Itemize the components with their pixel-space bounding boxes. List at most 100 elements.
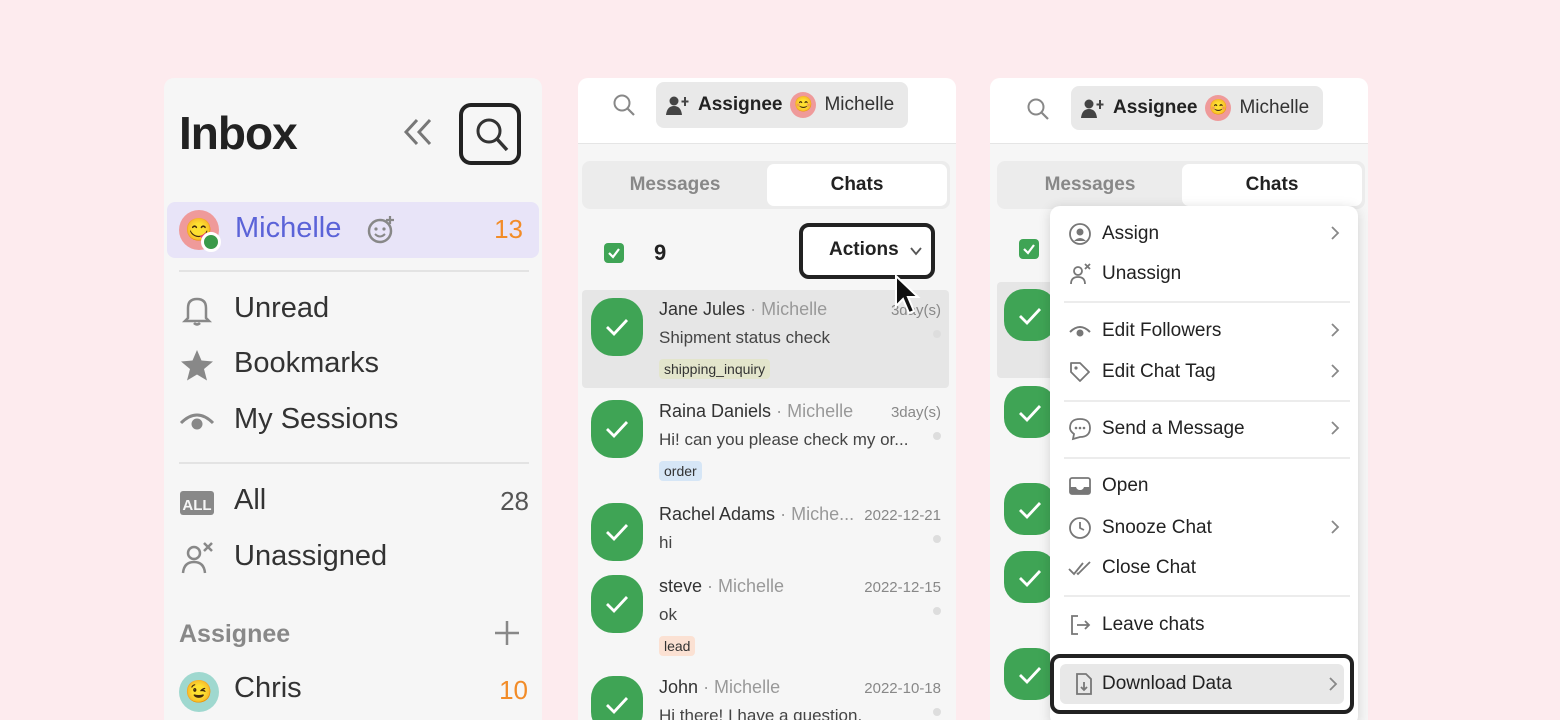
chat-row[interactable]: John · Michelle 2022-10-18 Hi there! I h… xyxy=(582,668,949,720)
select-all-checkbox[interactable] xyxy=(604,243,624,263)
search-icon[interactable] xyxy=(612,93,636,117)
row-checkbox[interactable] xyxy=(591,575,643,633)
divider xyxy=(1064,301,1350,303)
menu-item-edit-followers[interactable]: Edit Followers xyxy=(1050,311,1358,351)
chat-row[interactable]: steve · Michelle 2022-12-15 ok lead xyxy=(582,567,949,663)
unassigned-icon xyxy=(181,542,213,574)
check-icon xyxy=(608,248,620,259)
menu-item-label: Leave chats xyxy=(1102,614,1205,635)
menu-item-close-chat[interactable]: Close Chat xyxy=(1050,548,1358,588)
menu-item-assign[interactable]: Assign xyxy=(1050,214,1358,254)
divider xyxy=(1064,400,1350,402)
actions-button[interactable]: Actions xyxy=(799,223,935,279)
filter-label: Assignee xyxy=(1113,97,1198,118)
contact-name: John xyxy=(659,677,699,697)
avatar: 😊 xyxy=(1205,95,1232,121)
check-icon xyxy=(1019,570,1042,588)
eye-icon xyxy=(1069,326,1091,337)
chat-contact-name: Rachel Adams · Miche... xyxy=(659,504,854,525)
menu-item-label: Close Chat xyxy=(1102,557,1196,578)
menu-item-download-data[interactable]: Download Data xyxy=(1050,654,1354,714)
tab-chats[interactable]: Chats xyxy=(1182,164,1362,206)
clock-icon xyxy=(1069,517,1091,539)
sidebar-item-label: Bookmarks xyxy=(234,347,380,379)
chevron-down-icon xyxy=(910,247,922,256)
row-checkbox[interactable] xyxy=(591,676,643,720)
sidebar-item-current-user[interactable]: 😋 Michelle 13 xyxy=(167,202,539,258)
sidebar-item-bookmarks[interactable]: Bookmarks xyxy=(179,343,529,387)
menu-item-label: Edit Chat Tag xyxy=(1102,361,1216,382)
chevron-right-icon xyxy=(1331,323,1340,337)
filter-bar: Assignee 😊 Michelle xyxy=(578,78,956,144)
menu-item-snooze-chat[interactable]: Snooze Chat xyxy=(1050,508,1358,548)
menu-item-leave-chats[interactable]: Leave chats xyxy=(1050,605,1358,645)
menu-item-label: Download Data xyxy=(1102,673,1232,694)
chat-row[interactable]: Raina Daniels · Michelle 3day(s) Hi! can… xyxy=(582,392,949,490)
check-icon xyxy=(606,421,629,439)
assignee-name[interactable]: Chris xyxy=(234,672,302,705)
chat-tag: shipping_inquiry xyxy=(659,359,771,379)
sidebar-item-unassigned[interactable]: Unassigned xyxy=(179,536,529,580)
sidebar-item-my-sessions[interactable]: My Sessions xyxy=(179,399,529,443)
sidebar-item-unread[interactable]: Unread xyxy=(179,288,529,332)
tab-messages[interactable]: Messages xyxy=(1000,164,1180,206)
chat-list-panel: Assignee 😊 Michelle Messages Chats 9 Act… xyxy=(578,78,956,720)
check-icon xyxy=(1023,244,1035,255)
search-button[interactable] xyxy=(459,103,521,165)
tag-icon xyxy=(1070,362,1090,382)
assignee-icon xyxy=(666,96,689,115)
status-dot xyxy=(933,607,941,615)
filter-bar: Assignee 😊 Michelle xyxy=(990,78,1368,144)
menu-item-open[interactable]: Open xyxy=(1050,466,1358,506)
sidebar-item-label: Unread xyxy=(234,292,330,324)
filter-value: Michelle xyxy=(1239,97,1310,118)
agent-name: · Michelle xyxy=(750,299,828,319)
search-icon[interactable] xyxy=(1026,97,1050,121)
sidebar-item-count: 28 xyxy=(500,486,529,516)
contact-name: Jane Jules xyxy=(659,299,746,319)
contact-name: Rachel Adams xyxy=(659,504,776,524)
tab-messages[interactable]: Messages xyxy=(585,164,765,206)
menu-item-send-message[interactable]: Send a Message xyxy=(1050,409,1358,449)
divider xyxy=(1064,595,1350,597)
chevron-right-icon xyxy=(1329,677,1338,691)
row-checkbox[interactable] xyxy=(1004,289,1056,341)
sidebar-item-all[interactable]: ALL All 28 xyxy=(179,480,529,524)
row-checkbox[interactable] xyxy=(1004,648,1056,700)
assignee-filter-chip[interactable]: Assignee 😊 Michelle xyxy=(1071,86,1324,130)
filter-value: Michelle xyxy=(824,94,895,115)
row-checkbox[interactable] xyxy=(591,503,643,561)
agent-name: · Miche... xyxy=(780,504,855,524)
check-icon xyxy=(1019,502,1042,520)
assignee-filter-chip[interactable]: Assignee 😊 Michelle xyxy=(656,82,909,128)
check-icon xyxy=(606,596,629,614)
check-icon xyxy=(606,319,629,337)
chat-date: 2022-12-15 xyxy=(864,579,941,596)
chat-preview: Hi there! I have a question. xyxy=(659,706,863,720)
row-checkbox[interactable] xyxy=(591,298,643,356)
all-icon: ALL xyxy=(180,491,214,515)
collapse-icon[interactable] xyxy=(400,114,436,150)
chat-row[interactable]: Rachel Adams · Miche... 2022-12-21 hi xyxy=(582,495,949,567)
row-checkbox[interactable] xyxy=(1004,483,1056,535)
assignee-heading: Assignee xyxy=(179,620,291,648)
filter-label: Assignee xyxy=(698,94,783,115)
select-all-checkbox[interactable] xyxy=(1019,239,1039,259)
chat-contact-name: John · Michelle xyxy=(659,677,780,698)
row-checkbox[interactable] xyxy=(1004,386,1056,438)
menu-item-unassign[interactable]: Unassign xyxy=(1050,254,1358,294)
avatar: 😊 xyxy=(790,92,817,118)
menu-item-edit-chat-tag[interactable]: Edit Chat Tag xyxy=(1050,352,1358,392)
chevron-right-icon xyxy=(1331,226,1340,240)
set-status-icon[interactable] xyxy=(365,214,397,251)
menu-item-label: Snooze Chat xyxy=(1102,517,1212,538)
selected-count: 9 xyxy=(654,240,667,265)
row-checkbox[interactable] xyxy=(591,400,643,458)
chevron-right-icon xyxy=(1331,364,1340,378)
tab-chats[interactable]: Chats xyxy=(767,164,947,206)
actions-label: Actions xyxy=(829,239,899,260)
row-checkbox[interactable] xyxy=(1004,551,1056,603)
sidebar-item-label: My Sessions xyxy=(234,403,399,435)
page-title: Inbox xyxy=(179,107,298,159)
add-assignee-button[interactable] xyxy=(494,616,520,652)
